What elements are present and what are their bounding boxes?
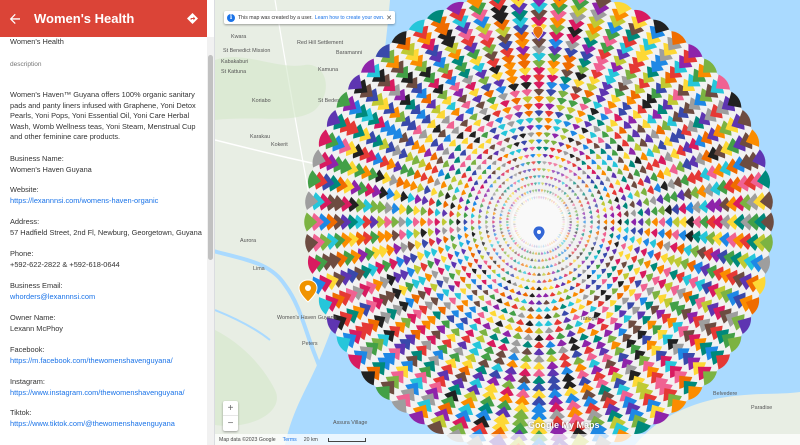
field-phone: Phone: +592-622-2822 & +592-618-0644 <box>10 249 120 269</box>
place-label: Paradise <box>751 405 772 411</box>
place-label: Belvedere <box>713 391 737 397</box>
terms-link[interactable]: Terms <box>283 437 297 443</box>
zoom-in-button[interactable]: + <box>223 401 238 416</box>
zoom-control: + − <box>223 401 238 431</box>
field-website: Website: https://lexannnsi.com/womens-ha… <box>10 185 202 206</box>
place-label: St Kattuna <box>221 69 246 75</box>
place-label: Aurora <box>240 238 256 244</box>
place-label: Kokerit <box>271 142 288 148</box>
scrollbar-thumb[interactable] <box>208 55 213 260</box>
place-label: Baramanni <box>336 50 362 56</box>
radial-marker-cluster <box>304 0 774 445</box>
place-label: St Bedes <box>318 98 340 104</box>
place-label: Karakau <box>250 134 270 140</box>
place-label: Red Hill Settlement <box>297 40 344 46</box>
description-label: description <box>10 61 42 68</box>
facebook-link[interactable]: https://m.facebook.com/thewomenshavenguy… <box>10 356 202 367</box>
close-icon[interactable]: ✕ <box>386 14 392 22</box>
place-label: Tarlogie <box>580 316 599 322</box>
google-logo: Google My Maps <box>528 420 600 430</box>
place-label: Peters <box>302 341 318 347</box>
description-text: Women's Haven™ Guyana offers 100% organi… <box>10 90 196 142</box>
map-graphics: Kwara Red Hill Settlement Baramanni St B… <box>215 0 800 445</box>
layer-name: Women's Health <box>10 37 64 46</box>
arrow-left-icon <box>9 13 20 24</box>
place-label: Women's Haven Guyana <box>277 315 337 321</box>
panel-content[interactable]: Women's Health description Women's Haven… <box>0 37 207 445</box>
zoom-out-button[interactable]: − <box>223 416 238 431</box>
scale-bar <box>327 437 366 442</box>
field-owner: Owner Name: Lexann McPhoy <box>10 313 63 333</box>
back-button[interactable] <box>0 0 30 37</box>
tiktok-link[interactable]: https://www.tiktok.com/@thewomenshavengu… <box>10 419 202 430</box>
directions-icon <box>186 13 198 24</box>
map-attribution: Map data ©2023 Google Terms 20 km <box>215 434 800 445</box>
place-label: Koriabo <box>252 98 271 104</box>
directions-button[interactable] <box>177 0 207 37</box>
place-label: Assura Village <box>333 420 367 426</box>
panel-title: Women's Health <box>34 11 135 26</box>
field-email: Business Email: whorders@lexannnsi.com <box>10 281 202 302</box>
place-label: Kabakaburi <box>221 59 248 65</box>
place-label: St Benedict Mission <box>223 48 270 54</box>
place-label: Kamuna <box>318 67 338 73</box>
field-address: Address: 57 Hadfield Street, 2nd Fl, New… <box>10 217 202 237</box>
field-facebook: Facebook: https://m.facebook.com/thewome… <box>10 345 202 366</box>
instagram-link[interactable]: https://www.instagram.com/thewomenshaven… <box>10 388 202 399</box>
field-tiktok: Tiktok: https://www.tiktok.com/@thewomen… <box>10 408 202 429</box>
map-canvas[interactable]: Kwara Red Hill Settlement Baramanni St B… <box>215 0 800 445</box>
panel-header: Women's Health <box>0 0 207 37</box>
email-link[interactable]: whorders@lexannnsi.com <box>10 292 202 303</box>
learn-more-link[interactable]: Learn how to create your own. <box>315 15 385 21</box>
info-icon: i <box>227 13 235 22</box>
forest-patch <box>215 57 326 120</box>
place-label: Lima <box>253 266 265 272</box>
detail-panel: Women's Health Women's Health descriptio… <box>0 0 215 445</box>
website-link[interactable]: https://lexannnsi.com/womens-haven-organ… <box>10 196 202 207</box>
user-map-banner: i This map was created by a user. Learn … <box>224 11 395 24</box>
field-instagram: Instagram: https://www.instagram.com/the… <box>10 377 202 398</box>
field-business-name: Business Name: Women's Haven Guyana <box>10 154 92 174</box>
place-label: Kwara <box>231 34 246 40</box>
